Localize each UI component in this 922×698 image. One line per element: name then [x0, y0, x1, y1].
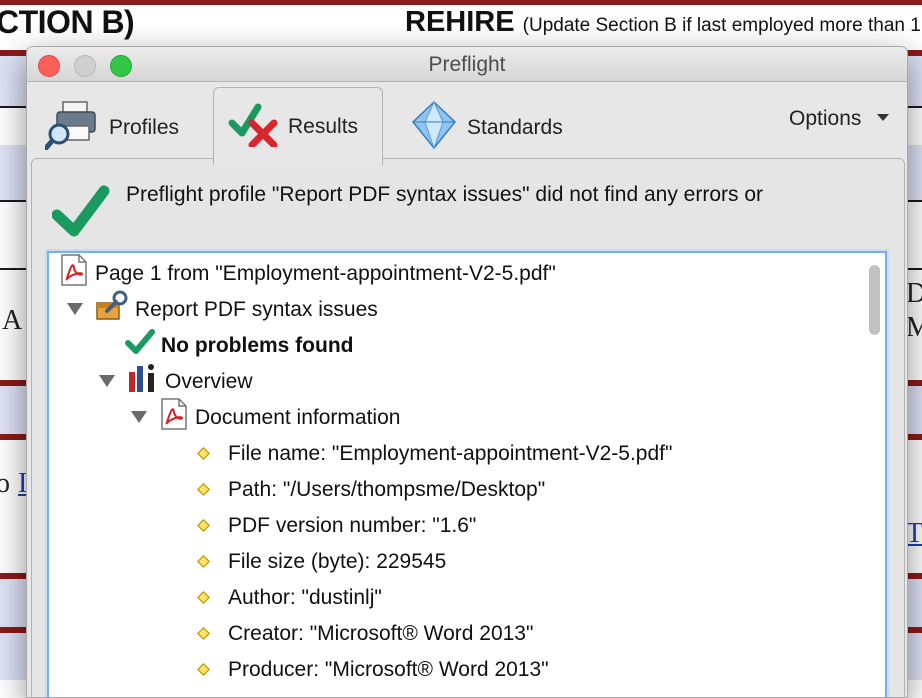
- window-title: Preflight: [428, 53, 506, 76]
- diamond-bullet-icon: [197, 590, 210, 604]
- tree-item-file-size[interactable]: File size (byte): 229545: [195, 544, 446, 578]
- section-heading: CTION B): [0, 4, 135, 40]
- tab-results[interactable]: Results: [213, 87, 383, 165]
- tree-scrollbar[interactable]: [867, 259, 881, 697]
- results-tree[interactable]: Page 1 from "Employment-appointment-V2-5…: [47, 251, 887, 697]
- tree-item-path[interactable]: Path: "/Users/thompsme/Desktop": [195, 472, 545, 506]
- results-panel: Preflight profile "Report PDF syntax iss…: [31, 158, 905, 697]
- green-check-icon: [125, 328, 155, 362]
- tab-results-label: Results: [288, 114, 359, 138]
- pdf-file-icon: [59, 254, 89, 292]
- tree-item-label: Document information: [195, 405, 401, 429]
- pdf-file-icon: [159, 398, 189, 436]
- tree-item-creator[interactable]: Creator: "Microsoft® Word 2013": [195, 616, 533, 650]
- tab-profiles-label: Profiles: [109, 116, 180, 139]
- preflight-window: Preflight Profiles Results Standards Opt…: [26, 46, 908, 698]
- tree-item-file-name[interactable]: File name: "Employment-appointment-V2-5.…: [195, 436, 672, 470]
- title-bar[interactable]: Preflight: [27, 47, 907, 82]
- tree-item-label: Path: "/Users/thompsme/Desktop": [228, 477, 546, 501]
- doc-text-fragment: o: [0, 468, 10, 499]
- tree-item-label: Report PDF syntax issues: [135, 297, 378, 321]
- tree-item-page[interactable]: Page 1 from "Employment-appointment-V2-5…: [59, 254, 556, 292]
- check-cross-icon: [228, 101, 280, 153]
- status-message: Preflight profile "Report PDF syntax iss…: [126, 183, 764, 206]
- diamond-bullet-icon: [197, 482, 210, 496]
- tree-item-label: File size (byte): 229545: [228, 549, 447, 573]
- options-label: Options: [789, 107, 862, 130]
- scrollbar-thumb[interactable]: [869, 265, 880, 335]
- tree-item-no-problems[interactable]: No problems found: [125, 328, 354, 362]
- tree-item-overview[interactable]: Overview: [99, 364, 253, 398]
- tree-item-label: Overview: [165, 369, 253, 393]
- wrench-box-icon: [95, 289, 129, 329]
- diamond-bullet-icon: [197, 626, 210, 640]
- tab-profiles[interactable]: Profiles: [43, 97, 180, 159]
- green-check-icon: [51, 185, 110, 244]
- diamond-bullet-icon: [197, 554, 210, 568]
- tree-item-label: PDF version number: "1.6": [228, 513, 477, 537]
- tree-item-label: Page 1 from "Employment-appointment-V2-5…: [95, 261, 556, 285]
- bar-chart-info-icon: [127, 362, 159, 400]
- doc-link-fragment[interactable]: T: [906, 518, 922, 550]
- tree-item-author[interactable]: Author: "dustinlj": [195, 580, 382, 614]
- tree-item-label: Producer: "Microsoft® Word 2013": [228, 657, 549, 681]
- diamond-bullet-icon: [197, 662, 210, 676]
- tree-item-document-information[interactable]: Document information: [131, 398, 401, 436]
- tree-item-label: Creator: "Microsoft® Word 2013": [228, 621, 534, 645]
- doc-text-fragment: D: [906, 278, 922, 309]
- diamond-bullet-icon: [197, 518, 210, 532]
- tree-item-producer[interactable]: Producer: "Microsoft® Word 2013": [195, 652, 549, 686]
- tree-item-label: No problems found: [161, 333, 354, 357]
- doc-text-fragment: M: [906, 312, 922, 343]
- rule-line: [0, 0, 922, 5]
- doc-text-fragment: A: [2, 305, 23, 336]
- diamond-icon: [409, 100, 459, 156]
- disclosure-triangle-icon[interactable]: [131, 411, 147, 423]
- disclosure-triangle-icon[interactable]: [67, 303, 83, 315]
- tree-item-label: Author: "dustinlj": [228, 585, 382, 609]
- chevron-down-icon: [877, 113, 890, 121]
- disclosure-triangle-icon[interactable]: [99, 375, 115, 387]
- tab-standards-label: Standards: [467, 116, 563, 139]
- options-menu[interactable]: Options: [789, 107, 890, 131]
- rehire-heading: REHIRE (Update Section B if last employe…: [405, 6, 922, 38]
- printer-magnifier-icon: [43, 100, 101, 156]
- tree-item-pdf-version[interactable]: PDF version number: "1.6": [195, 508, 476, 542]
- tree-item-profile[interactable]: Report PDF syntax issues: [67, 289, 378, 329]
- diamond-bullet-icon: [197, 446, 210, 460]
- tree-item-label: File name: "Employment-appointment-V2-5.…: [228, 441, 673, 465]
- tab-standards[interactable]: Standards: [409, 97, 563, 159]
